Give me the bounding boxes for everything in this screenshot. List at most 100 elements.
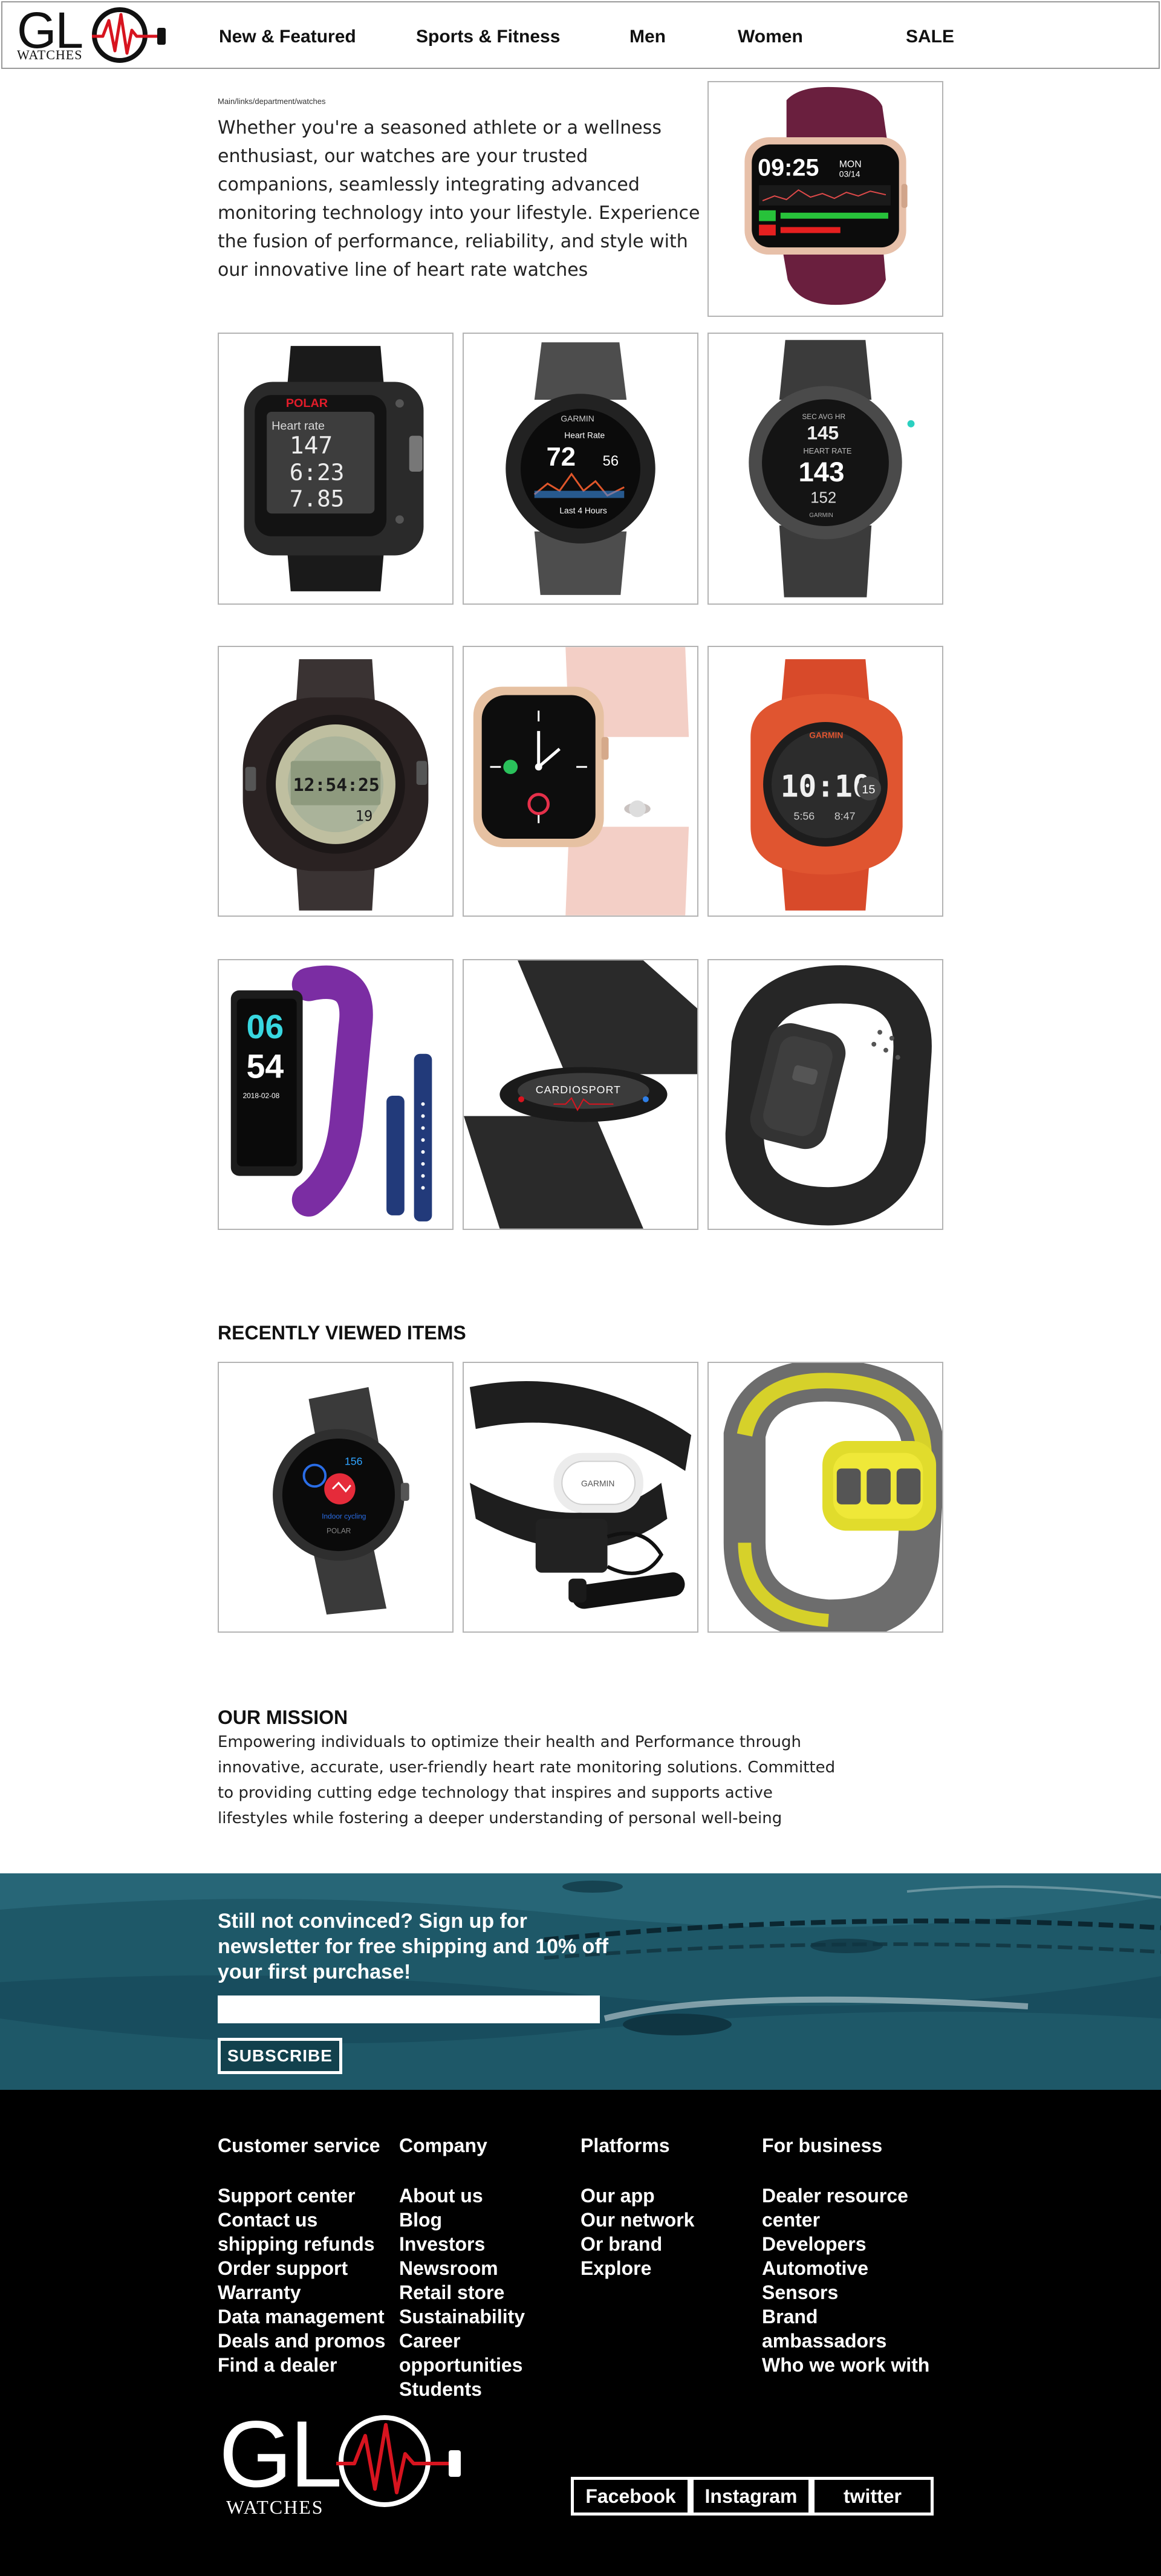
product-line: 54 [247,1047,284,1085]
footer-link[interactable]: Blog [399,2208,544,2232]
garmin-chest-strap-icon: GARMIN [469,1381,692,1609]
product-line: 10:10 [781,769,871,804]
footer-link[interactable]: Career opportunities [399,2329,544,2377]
svg-text:156: 156 [345,1456,363,1468]
footer-link[interactable]: Support center [218,2184,399,2208]
footer-link[interactable]: Who we work with [762,2353,943,2377]
site-header: GL WATCHES New & Featured Sports & Fitne… [1,1,1160,69]
product-card[interactable]: 12:54:25 19 [218,646,454,917]
product-line: 145 [807,422,839,444]
mission-text: Empowering individuals to optimize their… [218,1733,836,1827]
product-brand: GARMIN [561,414,594,423]
product-card[interactable]: POLAR Heart rate 147 6:23 7.85 [218,333,454,605]
footer-link[interactable]: Data management [218,2304,399,2329]
footer-link[interactable]: Explore [580,2256,738,2280]
product-line: Last 4 Hours [559,506,607,515]
product-line: 56 [603,453,619,469]
product-line: 143 [798,457,844,487]
twitter-button[interactable]: twitter [811,2477,934,2516]
footer-link[interactable]: Sustainability [399,2304,544,2329]
recently-viewed-title: RECENTLY VIEWED ITEMS [218,1322,466,1344]
svg-text:Indoor cycling: Indoor cycling [322,1512,366,1521]
site-footer: Customer service Support center Contact … [0,2090,1161,2576]
polar-round-watch-icon: 156 Indoor cycling POLAR [273,1387,409,1615]
footer-link[interactable]: Order support [218,2256,399,2280]
footer-link[interactable]: Our network [580,2208,738,2232]
mission-title: OUR MISSION [218,1706,348,1728]
recent-item-card[interactable]: 156 Indoor cycling POLAR [218,1362,454,1633]
smartwatch-purple-icon: 09:25 MON 03/14 [744,86,908,305]
recent-item-brand: POLAR [327,1526,351,1535]
footer-link[interactable]: Sensors [762,2280,943,2304]
footer-col-title: Customer service [218,2135,380,2156]
footer-link[interactable]: Find a dealer [218,2353,399,2377]
recent-item-card[interactable] [707,1362,943,1633]
breadcrumb[interactable]: Main/links/department/watches [218,97,325,106]
footer-link[interactable]: Dealer resource center [762,2184,943,2232]
product-card[interactable]: CARDIOSPORT [463,959,698,1230]
footer-link[interactable]: shipping refunds [218,2232,399,2256]
product-card[interactable] [463,646,698,917]
nav-men[interactable]: Men [629,27,666,47]
footer-link[interactable]: Students [399,2377,544,2401]
product-brand: GARMIN [809,730,843,740]
chest-strap-icon: CARDIOSPORT [464,960,697,1229]
nav-women[interactable]: Women [738,27,803,47]
footer-link[interactable]: Newsroom [399,2256,544,2280]
footer-link[interactable]: Contact us [218,2208,399,2232]
footer-link[interactable]: About us [399,2184,544,2208]
footer-col-title: For business [762,2135,883,2156]
footer-col-title: Company [399,2135,487,2156]
product-brand: GARMIN [809,512,833,519]
newsletter-email-input[interactable] [218,1995,600,2023]
product-line: 19 [356,807,373,824]
nav-sale[interactable]: SALE [906,27,954,47]
product-line: HEART RATE [803,446,851,455]
product-card[interactable] [707,959,943,1230]
product-brand: CARDIOSPORT [536,1084,621,1096]
newsletter-text: Still not convinced? Sign up for newslet… [218,1910,609,1983]
product-line: 7.85 [290,485,345,512]
purple-fitness-band-icon: 06 54 2018-02-08 [230,965,432,1221]
recent-item-brand: GARMIN [581,1478,614,1488]
product-line: 147 [290,432,333,460]
product-card[interactable]: GARMIN Heart Rate 72 56 Last 4 Hours [463,333,698,605]
facebook-button[interactable]: Facebook [571,2477,691,2516]
instagram-button[interactable]: Instagram [691,2477,811,2516]
footer-link[interactable]: Developers [762,2232,943,2256]
footer-brand-logo[interactable]: GL WATCHES [219,2407,473,2530]
footer-link[interactable]: Or brand [580,2232,738,2256]
product-line: 8:47 [834,810,856,822]
footer-link[interactable]: Deals and promos [218,2329,399,2353]
footer-link[interactable]: Warranty [218,2280,399,2304]
newsletter-section: Still not convinced? Sign up for newslet… [0,1873,1161,2090]
garmin-round-watch-icon: GARMIN Heart Rate 72 56 Last 4 Hours [506,342,655,595]
yellow-armband-icon [723,1363,942,1631]
garmin-instinct-red-icon: GARMIN 10:10 15 5:56 8:47 [750,659,903,911]
footer-link[interactable]: Investors [399,2232,544,2256]
product-card[interactable]: GARMIN 10:10 15 5:56 8:47 [707,646,943,917]
product-line: 72 [547,443,576,472]
armband-monitor-icon [725,965,932,1226]
product-line: Heart Rate [564,431,605,440]
footer-col-title: Platforms [580,2135,670,2156]
footer-col-customer-service: Customer service Support center Contact … [218,2135,399,2377]
footer-link[interactable]: Our app [580,2184,738,2208]
footer-link[interactable]: Retail store [399,2280,544,2304]
product-card[interactable]: 06 54 2018-02-08 [218,959,454,1230]
subscribe-button[interactable]: SUBSCRIBE [218,2038,342,2074]
product-line: SEC AVG HR [802,412,845,421]
svg-text:03/14: 03/14 [839,169,860,178]
product-line: 15 [862,783,875,796]
nav-sports-fitness[interactable]: Sports & Fitness [416,27,560,47]
footer-link[interactable]: Automotive [762,2256,943,2280]
footer-link[interactable]: Brand ambassadors [762,2304,943,2353]
product-line: 152 [810,489,836,506]
nav-new-featured[interactable]: New & Featured [219,27,356,47]
svg-text:MON: MON [839,160,862,170]
product-card[interactable]: SEC AVG HR 145 HEART RATE 143 152 GARMIN [707,333,943,605]
footer-col-company: Company About us Blog Investors Newsroom… [399,2135,544,2401]
hero-product-card[interactable]: 09:25 MON 03/14 [707,81,943,317]
recent-item-card[interactable]: GARMIN [463,1362,698,1633]
svg-text:09:25: 09:25 [758,154,819,181]
